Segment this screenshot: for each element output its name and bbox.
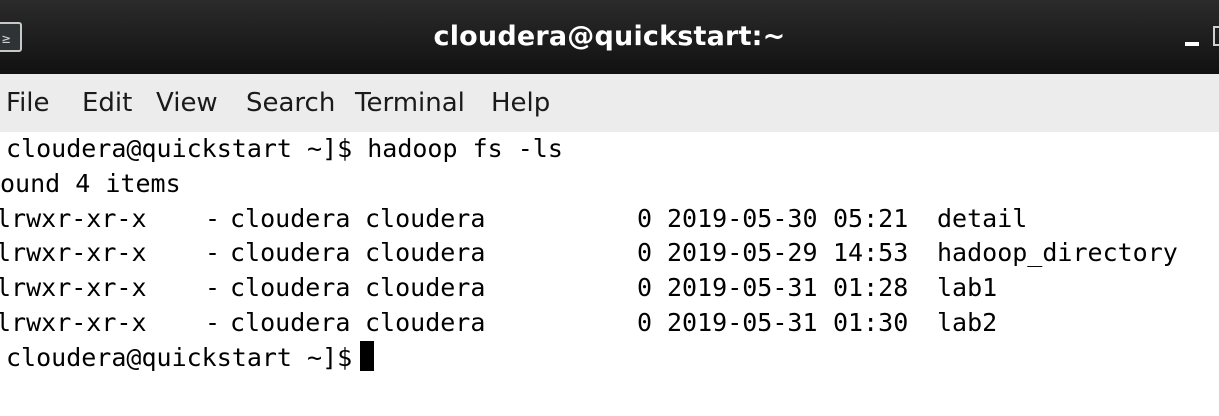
terminal-output[interactable]: cloudera@quickstart ~]$ hadoop fs -ls ou… (0, 132, 1219, 416)
text-cursor (360, 340, 375, 371)
perms: lrwxr-xr-x (0, 238, 147, 268)
prompt: cloudera@quickstart ~]$ (6, 342, 353, 372)
group: cloudera (365, 203, 486, 233)
terminal-window: ≥ cloudera@quickstart:~ File Edit View S… (0, 0, 1219, 416)
owner: cloudera (230, 307, 351, 337)
size: 0 (637, 203, 653, 233)
date: 2019-05-31 (667, 307, 818, 337)
perms: lrwxr-xr-x (0, 203, 147, 233)
command-line: cloudera@quickstart ~]$ hadoop fs -ls (6, 134, 563, 163)
menu-search[interactable]: Search (246, 74, 335, 132)
listing-row: lrwxr-xr-x - cloudera cloudera 0 2019-05… (0, 306, 1219, 341)
owner: cloudera (230, 273, 351, 303)
replication: - (205, 273, 221, 303)
date: 2019-05-31 (667, 273, 818, 303)
date: 2019-05-30 (667, 203, 818, 233)
group: cloudera (365, 307, 486, 337)
menu-bar: File Edit View Search Terminal Help (0, 74, 1219, 132)
menu-view[interactable]: View (156, 74, 218, 132)
perms: lrwxr-xr-x (0, 273, 147, 303)
name: lab1 (937, 273, 998, 303)
summary-line: ound 4 items (0, 168, 181, 198)
menu-edit[interactable]: Edit (82, 74, 132, 132)
listing-row: lrwxr-xr-x - cloudera cloudera 0 2019-05… (0, 202, 1219, 237)
replication: - (205, 238, 221, 268)
menu-terminal[interactable]: Terminal (355, 74, 465, 132)
group: cloudera (365, 273, 486, 303)
minimize-button[interactable] (1181, 22, 1205, 52)
time: 01:30 (833, 307, 909, 337)
prompt-line[interactable]: cloudera@quickstart ~]$ (6, 340, 1219, 376)
size: 0 (637, 238, 653, 268)
menu-help[interactable]: Help (491, 74, 550, 132)
menu-file[interactable]: File (6, 74, 50, 132)
replication: - (205, 203, 221, 233)
window-title: cloudera@quickstart:~ (433, 21, 786, 52)
name: hadoop_directory (937, 238, 1178, 268)
owner: cloudera (230, 238, 351, 268)
group: cloudera (365, 238, 486, 268)
maximize-button[interactable] (1213, 26, 1219, 46)
size: 0 (637, 273, 653, 303)
title-bar[interactable]: ≥ cloudera@quickstart:~ (0, 0, 1219, 74)
replication: - (205, 307, 221, 337)
listing-row: lrwxr-xr-x - cloudera cloudera 0 2019-05… (0, 271, 1219, 306)
date: 2019-05-29 (667, 238, 818, 268)
name: lab2 (937, 307, 998, 337)
owner: cloudera (230, 203, 351, 233)
name: detail (937, 203, 1028, 233)
time: 01:28 (833, 273, 909, 303)
listing-row: lrwxr-xr-x - cloudera cloudera 0 2019-05… (0, 236, 1219, 271)
perms: lrwxr-xr-x (0, 307, 147, 337)
time: 14:53 (833, 238, 909, 268)
time: 05:21 (833, 203, 909, 233)
size: 0 (637, 307, 653, 337)
